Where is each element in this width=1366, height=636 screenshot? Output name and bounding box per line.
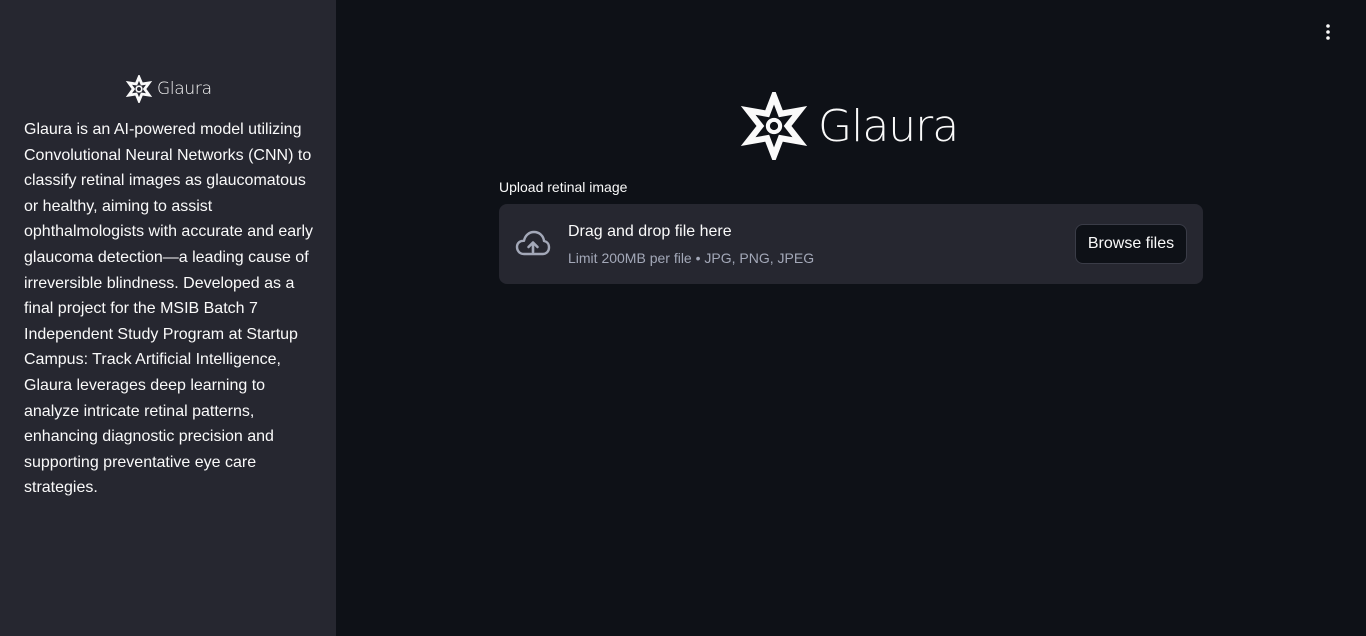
sidebar-logo: Glaura xyxy=(125,75,212,103)
dropzone-subtitle: Limit 200MB per file • JPG, PNG, JPEG xyxy=(568,250,815,266)
main-logo: Glaura xyxy=(740,92,959,160)
upload-label: Upload retinal image xyxy=(499,179,628,195)
main-menu-button[interactable] xyxy=(1316,20,1340,44)
vertical-dots-icon xyxy=(1326,24,1330,40)
main-logo-text: Glaura xyxy=(818,100,959,152)
sidebar-logo-text: Glaura xyxy=(157,79,212,99)
glaura-star-icon xyxy=(740,92,808,160)
glaura-star-icon xyxy=(125,75,153,103)
browse-files-button[interactable]: Browse files xyxy=(1075,224,1187,264)
file-dropzone[interactable]: Drag and drop file here Limit 200MB per … xyxy=(499,204,1203,284)
cloud-upload-icon xyxy=(515,230,551,256)
sidebar-description: Glaura is an AI-powered model utilizing … xyxy=(24,121,314,497)
sidebar: Glaura Glaura is an AI-powered model uti… xyxy=(0,0,336,636)
dropzone-title: Drag and drop file here xyxy=(568,223,732,240)
app-root: Glaura Glaura is an AI-powered model uti… xyxy=(0,0,1366,636)
